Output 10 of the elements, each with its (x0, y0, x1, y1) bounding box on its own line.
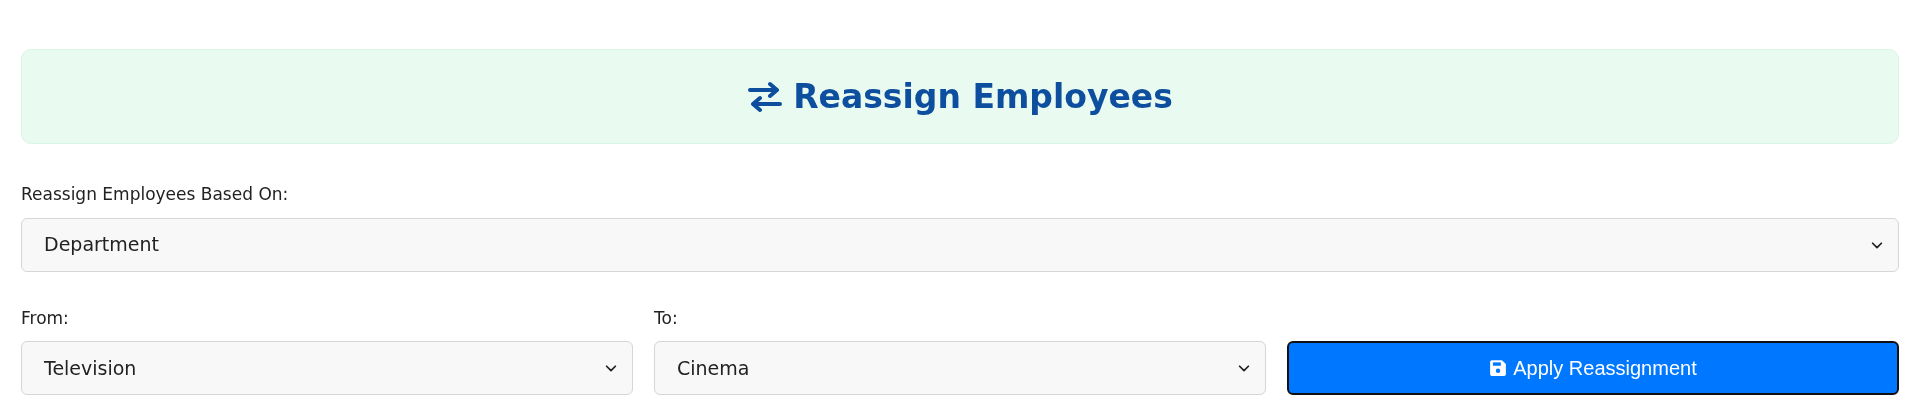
field-label: Reassign Employees Based On: (21, 183, 290, 206)
dropdown-field[interactable]: Television (21, 341, 633, 395)
field-label: To: (654, 306, 679, 330)
page-title: Reassign Employees (793, 80, 1173, 113)
swap-arrows-icon (747, 80, 784, 113)
field-label: From: (21, 306, 70, 330)
dropdown-field[interactable]: Cinema (654, 341, 1266, 395)
save-icon (1489, 359, 1508, 377)
apply-reassignment-button[interactable]: Apply Reassignment (1287, 341, 1899, 395)
dropdown-field[interactable]: Department (21, 217, 1899, 272)
